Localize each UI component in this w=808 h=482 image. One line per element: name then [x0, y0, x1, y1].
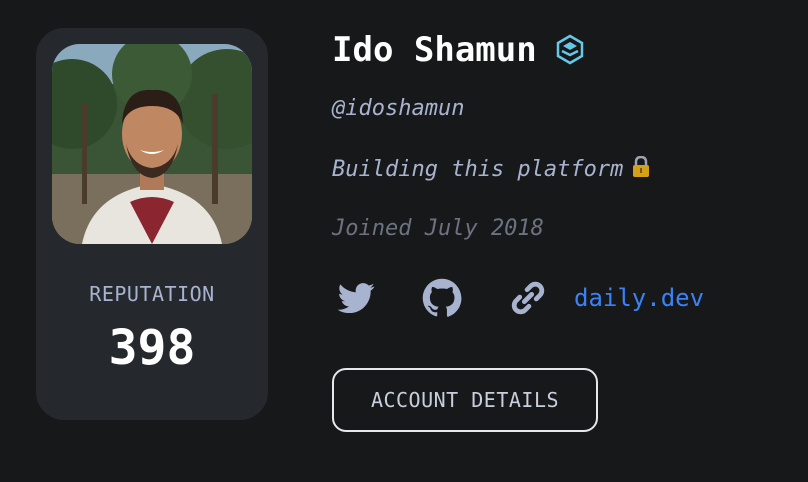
reputation-value: 398 — [108, 320, 196, 376]
website-link[interactable]: daily.dev — [574, 284, 704, 312]
avatar-photo — [52, 44, 252, 244]
twitter-icon — [337, 283, 375, 314]
profile-bio: Building this platform — [332, 156, 651, 182]
profile-card: REPUTATION 398 — [36, 28, 268, 420]
avatar — [52, 44, 252, 244]
website-link-icon-button[interactable] — [506, 276, 550, 320]
github-icon — [422, 278, 462, 317]
joined-date: Joined July 2018 — [332, 216, 544, 241]
github-link[interactable] — [420, 276, 464, 320]
link-icon — [511, 281, 545, 315]
social-links: daily.dev — [334, 276, 704, 320]
profile-handle: @idoshamun — [332, 96, 465, 121]
name-row: Ido Shamun — [332, 30, 585, 70]
locked-lock-emoji-icon — [633, 156, 650, 177]
twitter-link[interactable] — [334, 276, 378, 320]
rank-badge-icon — [556, 34, 583, 65]
bio-text: Building this platform — [332, 157, 624, 182]
account-details-button[interactable]: ACCOUNT DETAILS — [332, 368, 598, 432]
reputation-label: REPUTATION — [89, 282, 215, 306]
profile-name: Ido Shamun — [332, 30, 537, 70]
